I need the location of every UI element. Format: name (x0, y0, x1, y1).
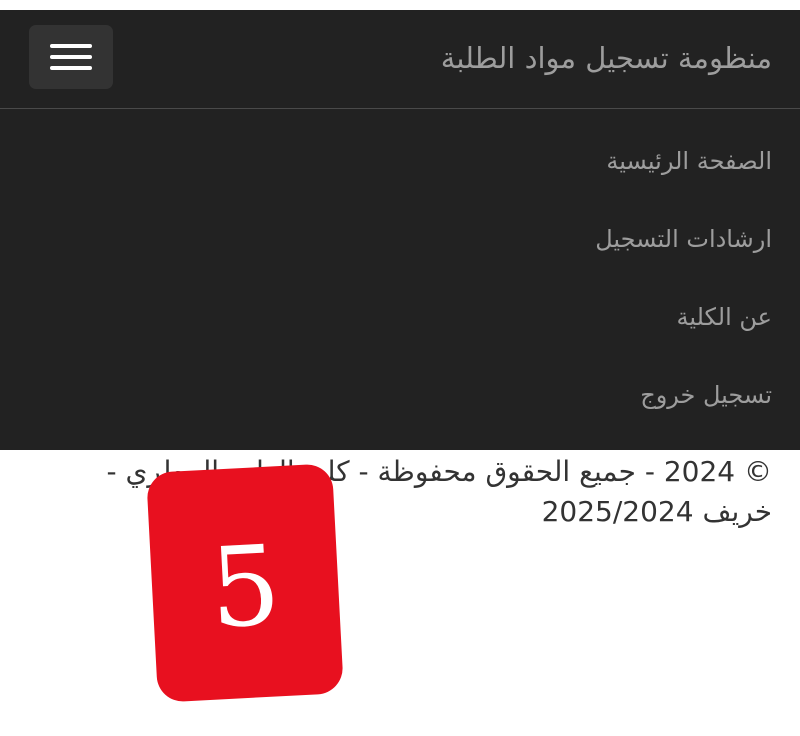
nav-item-home[interactable]: الصفحة الرئيسية (0, 109, 800, 187)
navbar: منظومة تسجيل مواد الطلبة الصفحة الرئيسية… (0, 10, 800, 450)
nav-item-logout[interactable]: تسجيل خروج (0, 343, 800, 421)
nav-item-label: ارشادات التسجيل (595, 225, 772, 253)
brand-title[interactable]: منظومة تسجيل مواد الطلبة (441, 38, 772, 78)
number-sticker: 5 (146, 463, 344, 703)
nav-item-about-college[interactable]: عن الكلية (0, 265, 800, 343)
nav-item-label: الصفحة الرئيسية (606, 147, 772, 175)
nav-menu: الصفحة الرئيسية ارشادات التسجيل عن الكلي… (0, 109, 800, 421)
sticker-number: 5 (206, 521, 284, 653)
nav-item-registration-guide[interactable]: ارشادات التسجيل (0, 187, 800, 265)
navbar-header: منظومة تسجيل مواد الطلبة (0, 10, 800, 109)
nav-item-label: تسجيل خروج (640, 381, 772, 409)
nav-item-label: عن الكلية (676, 303, 772, 331)
navbar-toggle-button[interactable] (29, 25, 113, 89)
